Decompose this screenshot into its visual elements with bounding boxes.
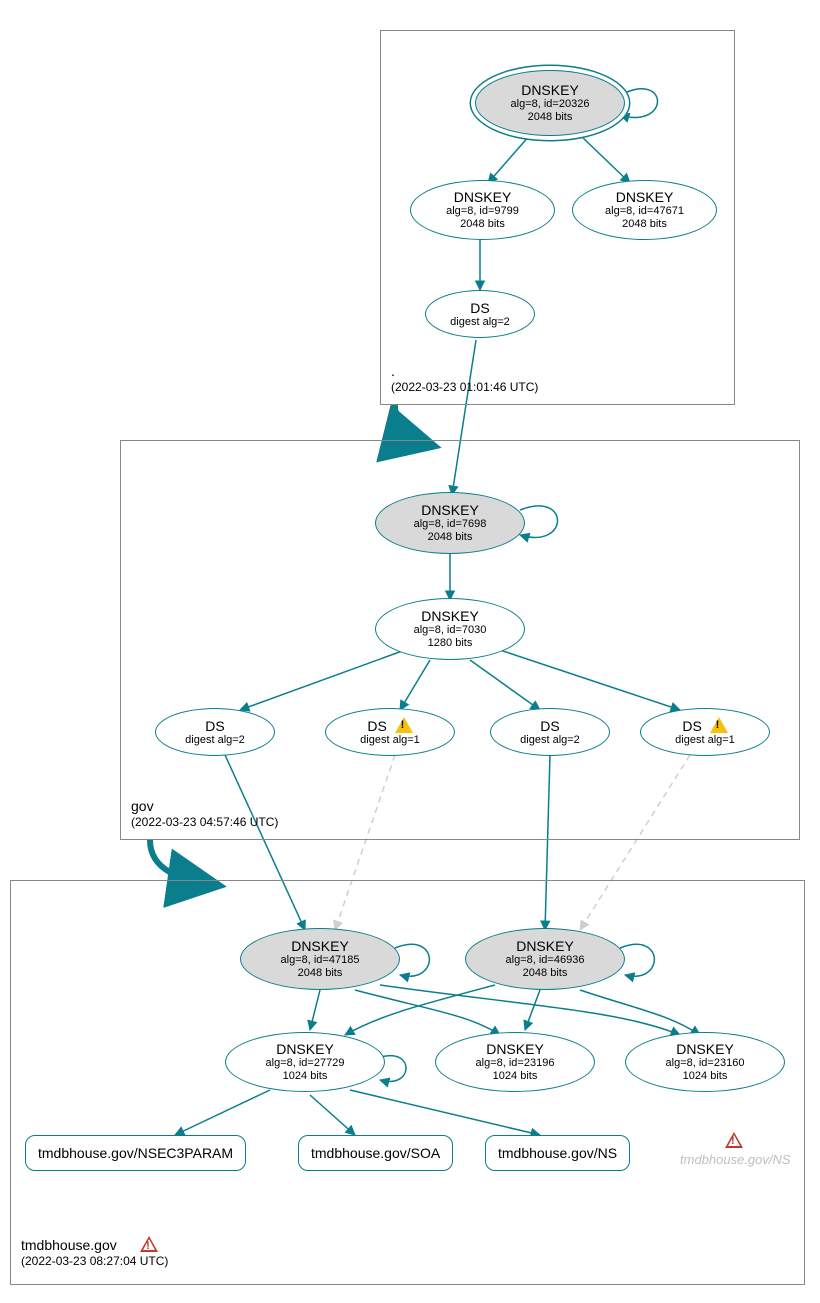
- zone-leaf-name: tmdbhouse.gov: [21, 1236, 168, 1254]
- warning-icon: [710, 717, 728, 733]
- dnssec-graph: . (2022-03-23 01:01:46 UTC) gov (2022-03…: [0, 0, 820, 1303]
- gov-zsk: DNSKEY alg=8, id=7030 1280 bits: [375, 598, 525, 660]
- gov-ds-alg2-b: DS digest alg=2: [490, 708, 610, 756]
- warning-icon: [395, 717, 413, 733]
- zone-leaf-label: tmdbhouse.gov (2022-03-23 08:27:04 UTC): [21, 1236, 168, 1270]
- gov-ds-alg2-a: DS digest alg=2: [155, 708, 275, 756]
- rr-ns: tmdbhouse.gov/NS: [485, 1135, 630, 1171]
- zone-gov-timestamp: (2022-03-23 04:57:46 UTC): [131, 815, 278, 831]
- error-icon: [725, 1132, 743, 1149]
- rr-nsec3param: tmdbhouse.gov/NSEC3PARAM: [25, 1135, 246, 1171]
- zone-root-name: .: [391, 362, 538, 380]
- zone-gov-label: gov (2022-03-23 04:57:46 UTC): [131, 797, 278, 831]
- leaf-zsk-27729: DNSKEY alg=8, id=27729 1024 bits: [225, 1032, 385, 1092]
- leaf-ksk-47185: DNSKEY alg=8, id=47185 2048 bits: [240, 928, 400, 990]
- leaf-ksk-46936: DNSKEY alg=8, id=46936 2048 bits: [465, 928, 625, 990]
- gov-ds-alg1-a: DS digest alg=1: [325, 708, 455, 756]
- ghost-ns: tmdbhouse.gov/NS: [680, 1152, 791, 1167]
- gov-ksk: DNSKEY alg=8, id=7698 2048 bits: [375, 492, 525, 554]
- root-ksk: DNSKEY alg=8, id=20326 2048 bits: [475, 70, 625, 136]
- root-zsk-9799: DNSKEY alg=8, id=9799 2048 bits: [410, 180, 555, 240]
- error-icon: [140, 1236, 158, 1252]
- zone-gov-name: gov: [131, 797, 278, 815]
- root-ds: DS digest alg=2: [425, 290, 535, 338]
- zone-root-label: . (2022-03-23 01:01:46 UTC): [391, 362, 538, 396]
- gov-ds-alg1-b: DS digest alg=1: [640, 708, 770, 756]
- leaf-zsk-23160: DNSKEY alg=8, id=23160 1024 bits: [625, 1032, 785, 1092]
- zone-root-timestamp: (2022-03-23 01:01:46 UTC): [391, 380, 538, 396]
- root-zsk-47671: DNSKEY alg=8, id=47671 2048 bits: [572, 180, 717, 240]
- rr-soa: tmdbhouse.gov/SOA: [298, 1135, 453, 1171]
- leaf-zsk-23196: DNSKEY alg=8, id=23196 1024 bits: [435, 1032, 595, 1092]
- zone-leaf-timestamp: (2022-03-23 08:27:04 UTC): [21, 1254, 168, 1270]
